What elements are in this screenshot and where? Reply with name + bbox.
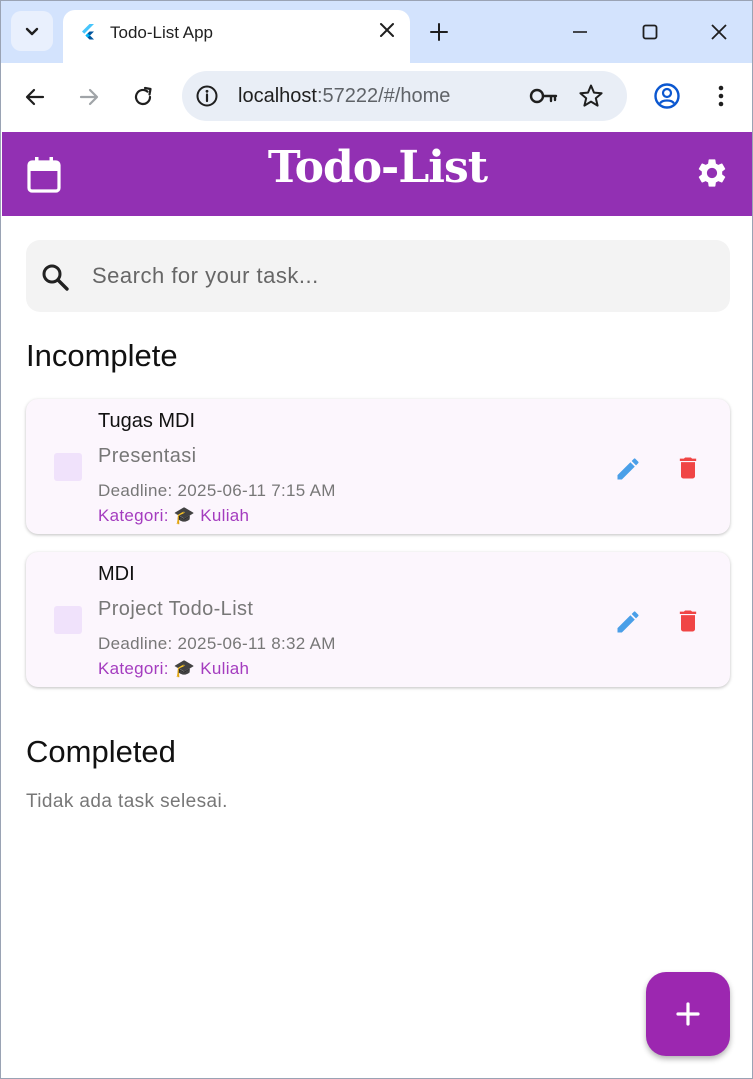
address-bar[interactable]: localhost:57222/#/home <box>182 71 627 121</box>
task-checkbox[interactable] <box>54 453 82 481</box>
browser-tab[interactable]: Todo-List App <box>63 10 410 63</box>
minimize-button[interactable] <box>565 17 595 47</box>
search-icon <box>42 264 69 291</box>
completed-empty-text: Tidak ada task selesai. <box>26 791 228 812</box>
info-icon[interactable] <box>195 84 219 108</box>
task-deadline: Deadline: 2025-06-11 7:15 AM <box>98 481 336 500</box>
reload-icon <box>134 86 152 106</box>
chevron-down-icon <box>25 27 39 36</box>
task-description: Project Todo-List <box>98 598 254 620</box>
completed-heading: Completed <box>26 734 176 769</box>
task-deadline: Deadline: 2025-06-11 8:32 AM <box>98 634 336 653</box>
forward-button[interactable] <box>75 83 103 111</box>
task-checkbox[interactable] <box>54 606 82 634</box>
url-text[interactable]: localhost:57222/#/home <box>238 85 450 108</box>
task-title: Tugas MDI <box>98 410 196 432</box>
profile-icon[interactable] <box>653 82 681 110</box>
browser-toolbar: localhost:57222/#/home <box>1 63 752 131</box>
task-card[interactable]: MDI Project Todo-List Deadline: 2025-06-… <box>26 552 730 687</box>
app-title: Todo-List <box>267 142 488 193</box>
task-description: Presentasi <box>98 445 197 467</box>
task-category: Kategori: 🎓 Kuliah <box>98 659 250 678</box>
app-bar: Todo-List <box>2 132 752 216</box>
task-category: Kategori: 🎓 Kuliah <box>98 506 250 525</box>
browser-window: Todo-List App localhost:57222/#/home Tod… <box>0 0 753 1079</box>
add-task-button[interactable] <box>646 972 730 1056</box>
reload-button[interactable] <box>129 83 157 111</box>
back-button[interactable] <box>21 83 49 111</box>
maximize-button[interactable] <box>635 17 665 47</box>
flutter-icon <box>82 24 94 40</box>
close-icon <box>711 24 727 40</box>
incomplete-heading: Incomplete <box>26 338 178 373</box>
new-tab-icon[interactable] <box>428 21 450 43</box>
close-icon[interactable] <box>378 21 396 39</box>
url-path: :57222/#/home <box>316 85 451 107</box>
star-icon[interactable] <box>578 83 604 109</box>
edit-icon[interactable] <box>614 455 642 483</box>
tab-search-button[interactable] <box>11 11 53 51</box>
tab-title: Todo-List App <box>110 23 214 42</box>
window-close-button[interactable] <box>704 17 734 47</box>
delete-icon[interactable] <box>674 454 702 482</box>
search-input[interactable] <box>92 256 692 296</box>
task-title: MDI <box>98 563 135 585</box>
arrow-right-icon <box>79 88 99 106</box>
maximize-icon <box>642 24 658 40</box>
edit-icon[interactable] <box>614 608 642 636</box>
search-bar <box>26 240 730 312</box>
key-icon[interactable] <box>529 85 559 107</box>
plus-icon <box>676 1002 700 1026</box>
task-card[interactable]: Tugas MDI Presentasi Deadline: 2025-06-1… <box>26 399 730 534</box>
delete-icon[interactable] <box>674 607 702 635</box>
more-vert-icon[interactable] <box>707 82 735 110</box>
url-host: localhost <box>238 85 317 107</box>
gear-icon[interactable] <box>695 156 729 190</box>
tab-strip: Todo-List App <box>1 1 752 63</box>
minimize-icon <box>573 31 587 33</box>
arrow-left-icon <box>25 88 45 106</box>
